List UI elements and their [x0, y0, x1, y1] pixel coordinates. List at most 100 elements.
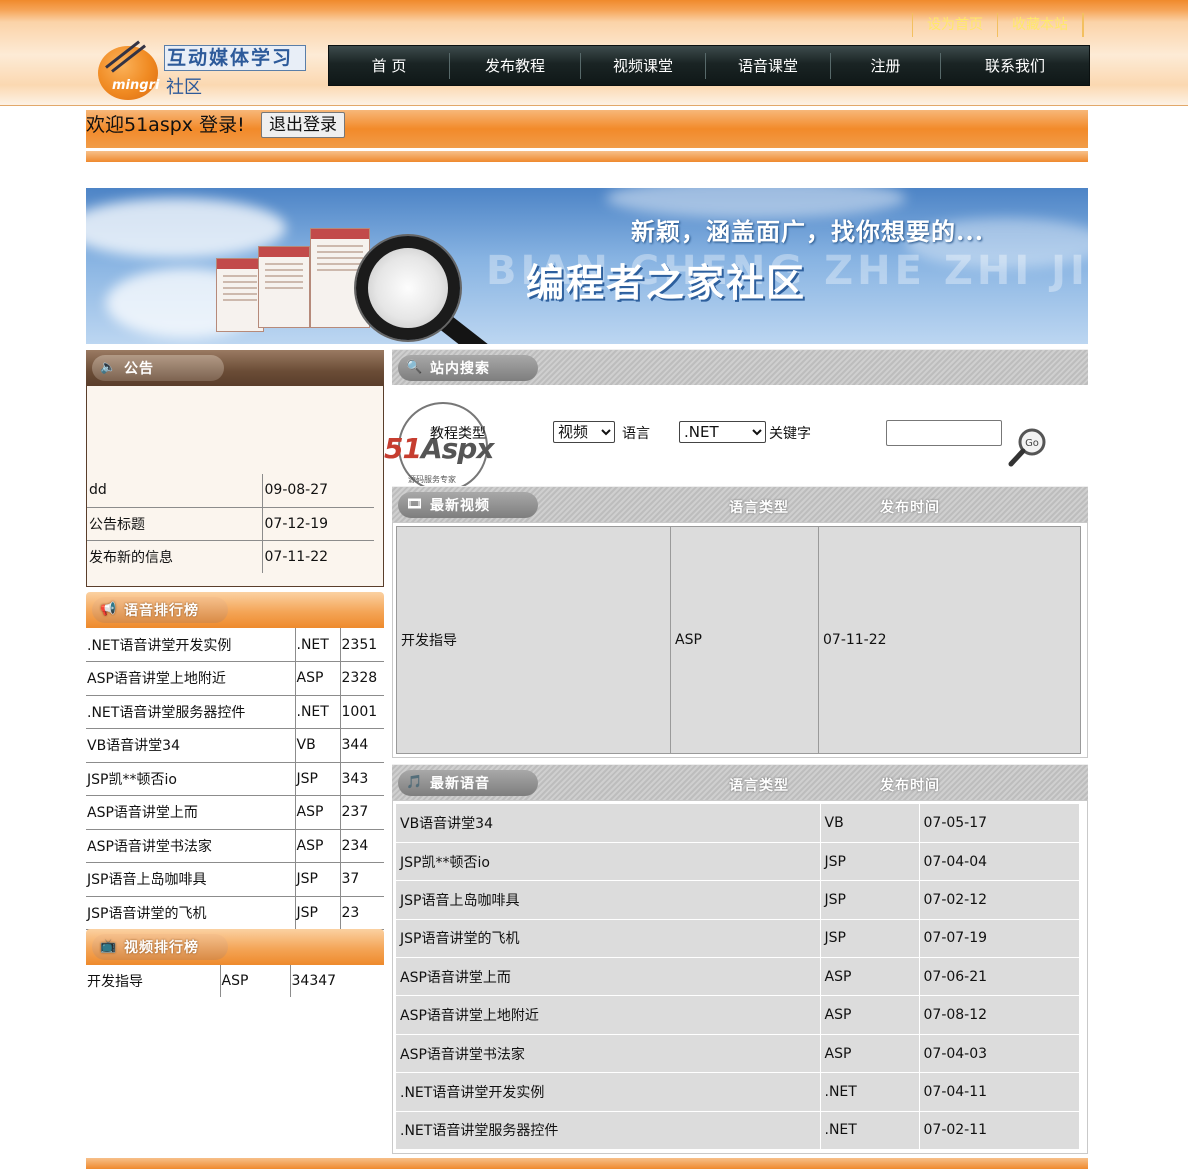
rank-title[interactable]: JSP语音讲堂的飞机 — [86, 896, 295, 930]
voice-date: 07-04-04 — [918, 842, 1079, 882]
voice-date: 07-06-21 — [918, 957, 1079, 997]
table-row[interactable]: JSP凯**顿否io JSP 07-04-04 — [396, 842, 1079, 882]
table-row[interactable]: 开发指导 ASP 07-11-22 — [397, 526, 1081, 754]
nav-contact-us[interactable]: 联系我们 — [941, 53, 1089, 79]
voice-lang: JSP — [819, 880, 919, 920]
voice-title[interactable]: ASP语音讲堂上而 — [396, 957, 820, 997]
nav-voice-class[interactable]: 语音课堂 — [706, 52, 831, 79]
search-heading: 站内搜索 — [430, 361, 490, 377]
latest-video-header: 🎞 最新视频 语言类型 发布时间 — [392, 486, 1088, 522]
table-row[interactable]: ASP语音讲堂上地附近 ASP 2328 — [86, 661, 384, 696]
rank-count: 2351 — [339, 628, 384, 662]
film-reel-icon: 🎞 — [406, 497, 424, 512]
rank-count: 34347 — [289, 965, 384, 997]
table-row[interactable]: ASP语音讲堂上而 ASP 07-06-21 — [396, 957, 1079, 997]
table-row[interactable]: .NET语音讲堂服务器控件 .NET 1001 — [86, 695, 384, 729]
rank-title[interactable]: 开发指导 — [86, 965, 220, 997]
set-homepage-link[interactable]: 设为首页 — [912, 13, 997, 37]
voice-title[interactable]: ASP语音讲堂上地附近 — [396, 995, 820, 1035]
rank-title[interactable]: JSP凯**顿否io — [86, 762, 295, 796]
table-row[interactable]: JSP语音讲堂的飞机 JSP 23 — [86, 896, 384, 930]
rank-title[interactable]: ASP语音讲堂上而 — [86, 795, 295, 830]
latest-voice-header: 🎵 最新语音 语言类型 发布时间 — [392, 764, 1088, 800]
rank-title[interactable]: JSP语音上岛咖啡具 — [86, 862, 295, 897]
notice-box: dd 09-08-27 公告标题 07-12-19 发布新的信息 07-11-2… — [86, 386, 384, 587]
go-search-button[interactable]: Go — [1006, 424, 1050, 468]
rank-title[interactable]: .NET语音讲堂服务器控件 — [86, 695, 295, 729]
lang-select[interactable]: .NET — [679, 421, 766, 443]
bookmark-site-link[interactable]: 收藏本站 — [997, 13, 1084, 37]
table-row[interactable]: VB语音讲堂34 VB 344 — [86, 728, 384, 763]
table-row[interactable]: JSP凯**顿否io JSP 343 — [86, 762, 384, 796]
table-row[interactable]: .NET语音讲堂开发实例 .NET 07-04-11 — [396, 1072, 1079, 1112]
voice-title[interactable]: JSP语音讲堂的飞机 — [396, 919, 820, 959]
table-row[interactable]: .NET语音讲堂开发实例 .NET 2351 — [86, 628, 384, 662]
type-select[interactable]: 视频 — [553, 421, 615, 443]
video-title[interactable]: 开发指导 — [397, 527, 671, 754]
banner-title: 编程者之家社区 — [526, 260, 807, 305]
table-row[interactable]: ASP语音讲堂书法家 ASP 07-04-03 — [396, 1034, 1079, 1074]
voice-title[interactable]: JSP凯**顿否io — [396, 842, 820, 882]
voice-rank-table: .NET语音讲堂开发实例 .NET 2351 ASP语音讲堂上地附近 ASP 2328 … — [86, 628, 384, 930]
nav-publish-tutorial[interactable]: 发布教程 — [450, 52, 581, 79]
rank-lang: VB — [294, 728, 340, 763]
rank-count: 344 — [339, 728, 384, 763]
nav-video-class[interactable]: 视频课堂 — [581, 52, 706, 79]
voice-date: 07-04-03 — [918, 1034, 1079, 1074]
rank-title[interactable]: ASP语音讲堂上地附近 — [86, 661, 295, 696]
voice-title[interactable]: JSP语音上岛咖啡具 — [396, 880, 820, 920]
table-row[interactable]: 公告标题 07-12-19 — [87, 507, 374, 541]
rank-lang: ASP — [219, 965, 290, 997]
rank-lang: JSP — [294, 762, 340, 796]
latest-voice-table: VB语音讲堂34 VB 07-05-17 JSP凯**顿否io JSP 07-04-04… — [396, 804, 1079, 1151]
search-form: 51Aspx 源码服务专家 教程类型 视频 语言 .NET 关键字 Go — [384, 386, 1088, 492]
table-row[interactable]: .NET语音讲堂服务器控件 .NET 07-02-11 — [396, 1111, 1079, 1151]
table-row[interactable]: JSP语音上岛咖啡具 JSP 07-02-12 — [396, 880, 1079, 920]
video-rank-table: 开发指导 ASP 34347 — [86, 965, 384, 997]
welcome-text: 欢迎51aspx 登录! — [86, 114, 245, 136]
voice-lang: JSP — [819, 842, 919, 882]
table-row[interactable]: JSP语音上岛咖啡具 JSP 37 — [86, 862, 384, 897]
rank-count: 343 — [339, 762, 384, 796]
latest-video-table: 开发指导 ASP 07-11-22 — [396, 526, 1081, 754]
voice-title[interactable]: ASP语音讲堂书法家 — [396, 1034, 820, 1074]
rank-title[interactable]: VB语音讲堂34 — [86, 728, 295, 763]
notice-title[interactable]: dd — [87, 474, 262, 508]
nav-register[interactable]: 注册 — [831, 52, 941, 79]
video-rank-header: 📺 视频排行榜 — [86, 929, 384, 965]
table-row[interactable]: ASP语音讲堂书法家 ASP 234 — [86, 829, 384, 863]
rank-count: 2328 — [339, 661, 384, 696]
voice-title[interactable]: VB语音讲堂34 — [396, 804, 820, 843]
notice-title[interactable]: 公告标题 — [87, 507, 262, 541]
banner-slogan: 新颖，涵盖面广，找你想要的... — [631, 217, 985, 246]
voice-lang: ASP — [819, 1034, 919, 1074]
notice-heading: 公告 — [124, 361, 154, 377]
table-row[interactable]: VB语音讲堂34 VB 07-05-17 — [396, 804, 1079, 843]
voice-date: 07-05-17 — [918, 804, 1079, 843]
table-row[interactable]: ASP语音讲堂上而 ASP 237 — [86, 795, 384, 830]
table-row[interactable]: dd 09-08-27 — [87, 474, 374, 508]
keyword-input[interactable] — [886, 420, 1002, 446]
notice-date: 07-12-19 — [261, 507, 374, 541]
rank-count: 237 — [339, 795, 384, 830]
voice-rank-heading: 语音排行榜 — [124, 603, 199, 619]
voice-title[interactable]: .NET语音讲堂开发实例 — [396, 1072, 820, 1112]
divider-bar — [86, 151, 1088, 162]
logout-button[interactable]: 退出登录 — [261, 112, 345, 138]
site-logo[interactable]: mingri 互动媒体学习 社区 — [96, 32, 308, 102]
latest-voice-box: VB语音讲堂34 VB 07-05-17 JSP凯**顿否io JSP 07-04-04… — [392, 800, 1088, 1154]
logo-title: 互动媒体学习 — [164, 45, 306, 71]
table-row[interactable]: JSP语音讲堂的飞机 JSP 07-07-19 — [396, 919, 1079, 959]
table-row[interactable]: 开发指导 ASP 34347 — [86, 965, 384, 997]
table-row[interactable]: ASP语音讲堂上地附近 ASP 07-08-12 — [396, 995, 1079, 1035]
rank-title[interactable]: .NET语音讲堂开发实例 — [86, 628, 295, 662]
nav-home[interactable]: 首 页 — [329, 52, 450, 79]
table-row[interactable]: 发布新的信息 07-11-22 — [87, 540, 374, 573]
notice-title[interactable]: 发布新的信息 — [87, 540, 262, 573]
logo-brand: mingri — [112, 78, 160, 93]
logo-subtitle: 社区 — [166, 77, 202, 98]
rank-count: 234 — [339, 829, 384, 863]
rank-title[interactable]: ASP语音讲堂书法家 — [86, 829, 295, 863]
voice-title[interactable]: .NET语音讲堂服务器控件 — [396, 1111, 820, 1151]
rank-lang: JSP — [294, 896, 340, 930]
